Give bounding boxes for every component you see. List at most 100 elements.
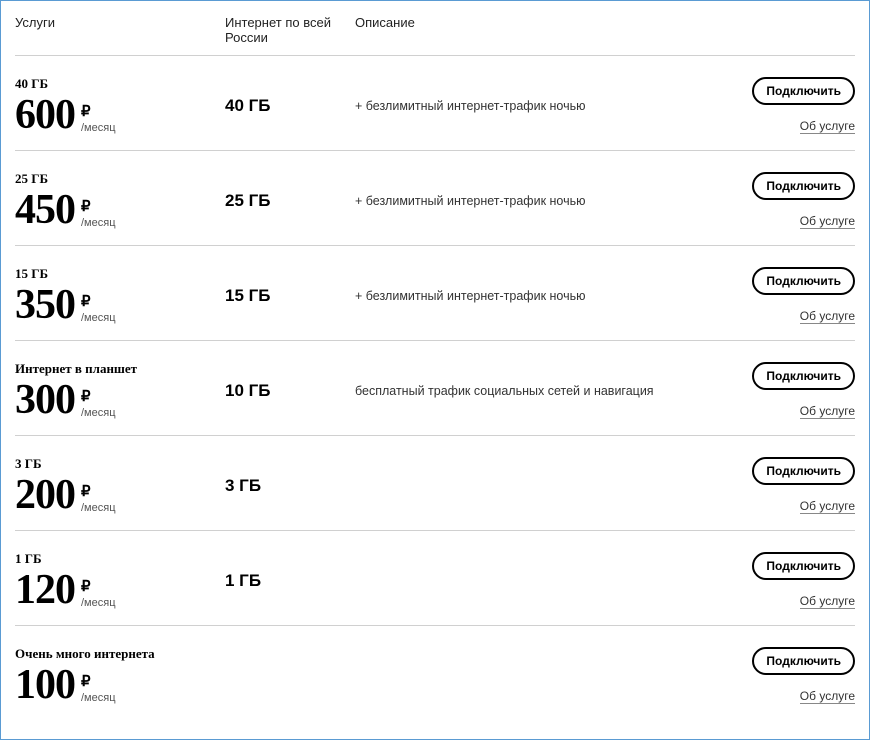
plan-description: + безлимитный интернет-трафик ночью [355,289,586,303]
desc-cell: бесплатный трафик социальных сетей и нав… [355,382,735,400]
about-link[interactable]: Об услуге [800,119,855,134]
data-cell: 10 ГБ [225,381,355,401]
per-month-label: /месяц [81,407,116,419]
about-link[interactable]: Об услуге [800,309,855,324]
price-line: 120 ₽ /месяц [15,569,225,611]
ruble-icon: ₽ [81,295,116,310]
price-suffix: ₽ /месяц [81,105,116,136]
price-line: 100 ₽ /месяц [15,664,225,706]
price-value: 450 [15,189,75,231]
price-suffix: ₽ /месяц [81,485,116,516]
price-line: 600 ₽ /месяц [15,94,225,136]
connect-button[interactable]: Подключить [752,267,855,295]
price-value: 300 [15,379,75,421]
table-row: 1 ГБ 120 ₽ /месяц 1 ГБ Подключить Об усл… [15,531,855,626]
data-amount: 1 ГБ [225,571,261,590]
price-value: 600 [15,94,75,136]
price-line: 350 ₽ /месяц [15,284,225,326]
price-value: 120 [15,569,75,611]
plan-title: Очень много интернета [15,646,225,662]
price-line: 450 ₽ /месяц [15,189,225,231]
plan-title: 3 ГБ [15,456,225,472]
data-cell: 3 ГБ [225,476,355,496]
per-month-label: /месяц [81,122,116,134]
table-row: Интернет в планшет 300 ₽ /месяц 10 ГБ бе… [15,341,855,436]
price-line: 200 ₽ /месяц [15,474,225,516]
plan-description: + безлимитный интернет-трафик ночью [355,99,586,113]
price-suffix: ₽ /месяц [81,200,116,231]
desc-cell: + безлимитный интернет-трафик ночью [355,192,735,210]
price-value: 200 [15,474,75,516]
action-cell: Подключить Об услуге [735,172,855,230]
desc-cell: + безлимитный интернет-трафик ночью [355,97,735,115]
data-amount: 3 ГБ [225,476,261,495]
data-cell: 1 ГБ [225,571,355,591]
price-value: 100 [15,664,75,706]
plan-title: 40 ГБ [15,76,225,92]
data-amount: 15 ГБ [225,286,271,305]
data-amount: 10 ГБ [225,381,271,400]
plan-title: 15 ГБ [15,266,225,282]
service-cell: 40 ГБ 600 ₽ /месяц [15,76,225,136]
connect-button[interactable]: Подключить [752,362,855,390]
price-suffix: ₽ /месяц [81,580,116,611]
action-cell: Подключить Об услуге [735,647,855,705]
price-suffix: ₽ /месяц [81,675,116,706]
action-cell: Подключить Об услуге [735,552,855,610]
service-cell: Интернет в планшет 300 ₽ /месяц [15,361,225,421]
action-cell: Подключить Об услуге [735,457,855,515]
per-month-label: /месяц [81,312,116,324]
connect-button[interactable]: Подключить [752,647,855,675]
plan-description: бесплатный трафик социальных сетей и нав… [355,384,654,398]
data-cell: 15 ГБ [225,286,355,306]
service-cell: 3 ГБ 200 ₽ /месяц [15,456,225,516]
connect-button[interactable]: Подключить [752,172,855,200]
about-link[interactable]: Об услуге [800,499,855,514]
plan-title: Интернет в планшет [15,361,225,377]
plan-title: 25 ГБ [15,171,225,187]
ruble-icon: ₽ [81,105,116,120]
tariff-table: Услуги Интернет по всей России Описание … [1,1,869,720]
service-cell: 15 ГБ 350 ₽ /месяц [15,266,225,326]
about-link[interactable]: Об услуге [800,689,855,704]
desc-cell: + безлимитный интернет-трафик ночью [355,287,735,305]
data-amount: 40 ГБ [225,96,271,115]
action-cell: Подключить Об услуге [735,362,855,420]
connect-button[interactable]: Подключить [752,457,855,485]
per-month-label: /месяц [81,597,116,609]
ruble-icon: ₽ [81,390,116,405]
per-month-label: /месяц [81,217,116,229]
ruble-icon: ₽ [81,580,116,595]
price-suffix: ₽ /месяц [81,295,116,326]
connect-button[interactable]: Подключить [752,552,855,580]
plan-description: + безлимитный интернет-трафик ночью [355,194,586,208]
service-cell: 1 ГБ 120 ₽ /месяц [15,551,225,611]
price-line: 300 ₽ /месяц [15,379,225,421]
header-desc: Описание [355,15,735,30]
ruble-icon: ₽ [81,200,116,215]
about-link[interactable]: Об услуге [800,404,855,419]
connect-button[interactable]: Подключить [752,77,855,105]
action-cell: Подключить Об услуге [735,267,855,325]
table-header: Услуги Интернет по всей России Описание [15,1,855,56]
table-row: Очень много интернета 100 ₽ /месяц Подкл… [15,626,855,720]
plan-title: 1 ГБ [15,551,225,567]
service-cell: Очень много интернета 100 ₽ /месяц [15,646,225,706]
table-row: 15 ГБ 350 ₽ /месяц 15 ГБ + безлимитный и… [15,246,855,341]
table-row: 40 ГБ 600 ₽ /месяц 40 ГБ + безлимитный и… [15,56,855,151]
price-suffix: ₽ /месяц [81,390,116,421]
per-month-label: /месяц [81,692,116,704]
table-row: 3 ГБ 200 ₽ /месяц 3 ГБ Подключить Об усл… [15,436,855,531]
table-row: 25 ГБ 450 ₽ /месяц 25 ГБ + безлимитный и… [15,151,855,246]
data-cell: 25 ГБ [225,191,355,211]
ruble-icon: ₽ [81,485,116,500]
header-data: Интернет по всей России [225,15,355,45]
service-cell: 25 ГБ 450 ₽ /месяц [15,171,225,231]
data-amount: 25 ГБ [225,191,271,210]
header-service: Услуги [15,15,225,30]
action-cell: Подключить Об услуге [735,77,855,135]
per-month-label: /месяц [81,502,116,514]
about-link[interactable]: Об услуге [800,214,855,229]
about-link[interactable]: Об услуге [800,594,855,609]
price-value: 350 [15,284,75,326]
